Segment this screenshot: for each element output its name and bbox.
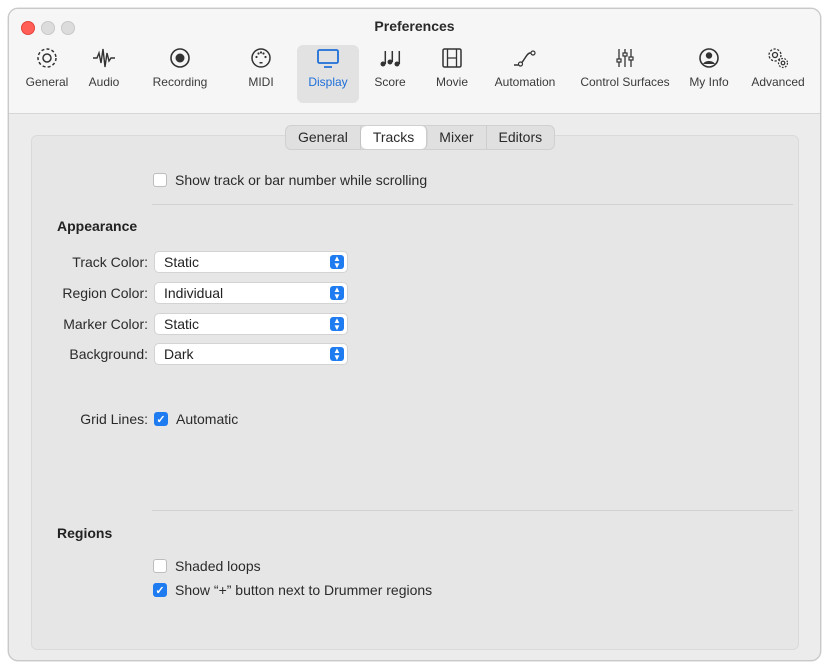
display-icon xyxy=(297,45,359,71)
chevron-updown-icon: ▲ ▼ xyxy=(330,347,344,362)
tab-editors[interactable]: Editors xyxy=(487,126,555,149)
automation-curve-icon xyxy=(483,45,567,71)
midi-port-icon xyxy=(233,45,289,71)
toolbar-advanced[interactable]: Advanced xyxy=(743,45,813,103)
background-value: Dark xyxy=(164,346,194,362)
toolbar-score[interactable]: Score xyxy=(365,45,415,103)
titlebar: Preferences General Audio Recording MIDI xyxy=(9,9,820,114)
chevron-updown-icon: ▲ ▼ xyxy=(330,255,344,270)
grid-lines-option: Automatic xyxy=(176,411,239,427)
appearance-heading: Appearance xyxy=(57,218,138,234)
toolbar-advanced-label: Advanced xyxy=(751,75,805,89)
marker-color-value: Static xyxy=(164,316,200,332)
chevron-updown-icon: ▲ ▼ xyxy=(330,286,344,301)
drummer-plus-checkbox[interactable]: ✓ xyxy=(153,583,167,597)
toolbar-midi[interactable]: MIDI xyxy=(233,45,289,103)
display-tabs: General Tracks Mixer Editors xyxy=(285,125,556,150)
record-icon xyxy=(131,45,229,71)
tab-mixer[interactable]: Mixer xyxy=(427,126,487,149)
show-track-number-label: Show track or bar number while scrolling xyxy=(175,172,428,188)
divider xyxy=(152,204,793,205)
toolbar-automation-label: Automation xyxy=(494,75,556,89)
track-color-value: Static xyxy=(164,254,200,270)
shaded-loops-checkbox[interactable] xyxy=(153,559,167,573)
track-color-label: Track Color: xyxy=(72,254,148,270)
grid-lines-row[interactable]: ✓ Automatic xyxy=(154,411,238,427)
toolbar-audio-label: Audio xyxy=(88,75,120,89)
toolbar-automation[interactable]: Automation xyxy=(483,45,567,103)
grid-lines-label: Grid Lines: xyxy=(80,411,148,427)
person-icon xyxy=(683,45,735,71)
region-color-popup[interactable]: Individual ▲ ▼ xyxy=(154,282,348,304)
show-track-number-checkbox[interactable] xyxy=(153,173,167,187)
toolbar-recording-label: Recording xyxy=(152,75,208,89)
toolbar-display-label: Display xyxy=(308,75,348,89)
toolbar-control-surfaces-label: Control Surfaces xyxy=(580,75,670,89)
window-title: Preferences xyxy=(374,18,455,34)
regions-heading: Regions xyxy=(57,525,113,541)
toolbar-general-label: General xyxy=(25,75,69,89)
tracks-pane xyxy=(31,135,799,650)
toolbar-movie[interactable]: Movie xyxy=(427,45,477,103)
gear-icon xyxy=(17,45,77,71)
preferences-window: Preferences General Audio Recording MIDI xyxy=(8,8,821,661)
background-popup[interactable]: Dark ▲ ▼ xyxy=(154,343,348,365)
track-color-popup[interactable]: Static ▲ ▼ xyxy=(154,251,348,273)
drummer-plus-label: Show “+” button next to Drummer regions xyxy=(175,582,433,598)
toolbar-movie-label: Movie xyxy=(435,75,468,89)
toolbar-midi-label: MIDI xyxy=(248,75,274,89)
toolbar-audio[interactable]: Audio xyxy=(79,45,129,103)
toolbar-display[interactable]: Display xyxy=(297,45,359,103)
toolbar-control-surfaces[interactable]: Control Surfaces xyxy=(569,45,681,103)
film-icon xyxy=(427,45,477,71)
toolbar-my-info[interactable]: My Info xyxy=(683,45,735,103)
region-color-value: Individual xyxy=(164,285,224,301)
faders-icon xyxy=(569,45,681,71)
chevron-updown-icon: ▲ ▼ xyxy=(330,317,344,332)
region-color-label: Region Color: xyxy=(62,285,148,301)
divider xyxy=(152,510,793,511)
toolbar-score-label: Score xyxy=(374,75,406,89)
marker-color-label: Marker Color: xyxy=(63,316,148,332)
tab-general[interactable]: General xyxy=(286,126,361,149)
shaded-loops-label: Shaded loops xyxy=(175,558,261,574)
tab-tracks[interactable]: Tracks xyxy=(360,126,428,149)
grid-lines-checkbox[interactable]: ✓ xyxy=(154,412,168,426)
marker-color-popup[interactable]: Static ▲ ▼ xyxy=(154,313,348,335)
toolbar-my-info-label: My Info xyxy=(689,75,729,89)
drummer-plus-row[interactable]: ✓ Show “+” button next to Drummer region… xyxy=(153,582,432,598)
show-track-number-row[interactable]: Show track or bar number while scrolling xyxy=(153,172,427,188)
gears-icon xyxy=(743,45,813,71)
shaded-loops-row[interactable]: Shaded loops xyxy=(153,558,261,574)
waveform-icon xyxy=(79,45,129,71)
toolbar-recording[interactable]: Recording xyxy=(131,45,229,103)
music-notes-icon xyxy=(365,45,415,71)
toolbar-general[interactable]: General xyxy=(17,45,77,103)
background-label: Background: xyxy=(69,346,148,362)
